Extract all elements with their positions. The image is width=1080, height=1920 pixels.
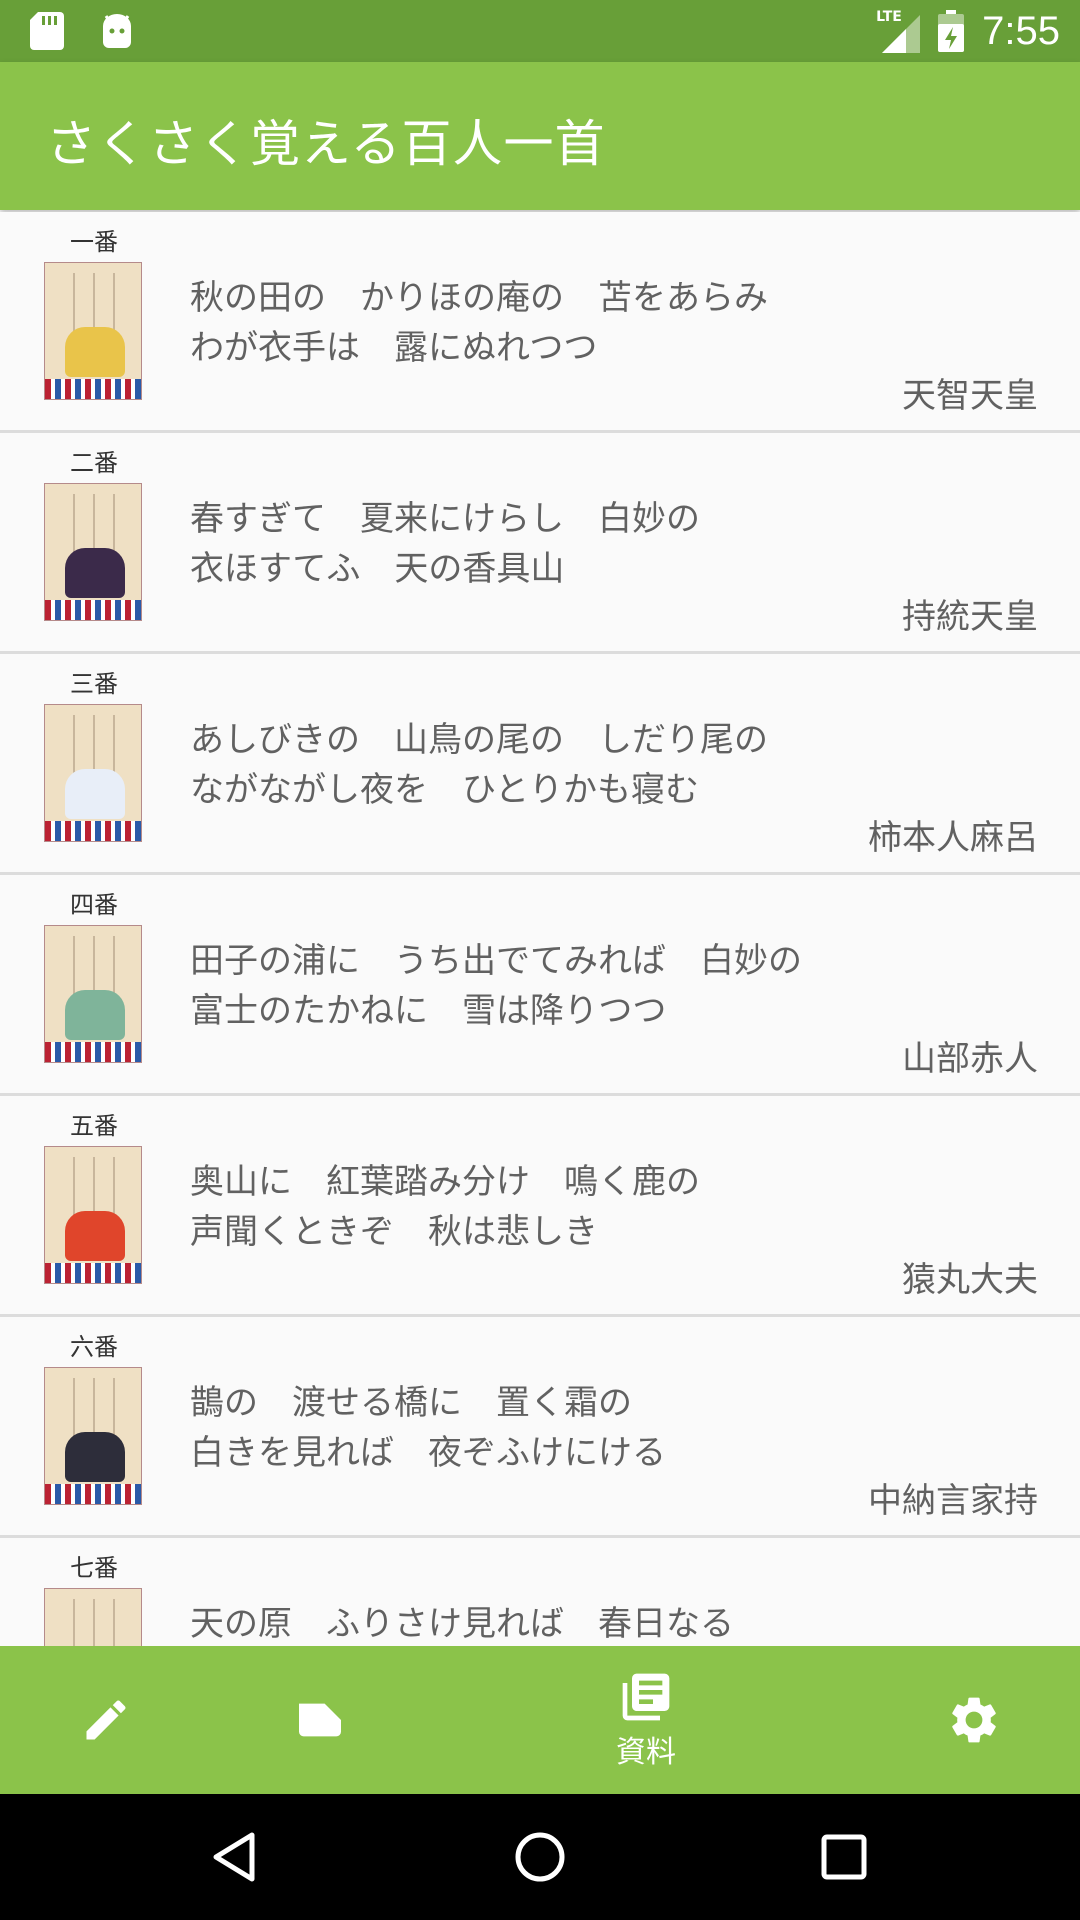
bottom-navigation: 資料	[0, 1646, 1080, 1794]
poet-figure	[65, 1432, 125, 1482]
poem-row[interactable]: 四番田子の浦に うち出でてみれば 白妙の 富士のたかねに 雪は降りつつ山部赤人	[0, 875, 1080, 1096]
poem-row[interactable]: 二番春すぎて 夏来にけらし 白妙の 衣ほすてふ 天の香具山持統天皇	[0, 433, 1080, 654]
nav-item-settings[interactable]	[924, 1646, 1024, 1794]
nav-item-library[interactable]: 資料	[586, 1646, 706, 1794]
app-bar: さくさく覚える百人一首	[0, 62, 1080, 210]
poem-number: 二番	[70, 449, 118, 477]
poem-number: 一番	[70, 228, 118, 256]
poem-card-image	[44, 1588, 142, 1646]
poet-figure	[65, 769, 125, 819]
android-icon	[103, 14, 131, 48]
poem-number: 六番	[70, 1333, 118, 1361]
poet-figure	[65, 1211, 125, 1261]
poem-upper-verse: 田子の浦に うち出でてみれば 白妙の	[190, 941, 802, 981]
poem-card-image	[44, 925, 142, 1063]
poet-figure	[65, 990, 125, 1040]
poem-lower-verse: 白きを見れば 夜ぞふけにける	[190, 1433, 666, 1473]
battery-icon	[938, 10, 965, 52]
poem-lower-verse: 富士のたかねに 雪は降りつつ	[190, 991, 667, 1031]
poem-row[interactable]: 六番鵲の 渡せる橋に 置く霜の 白きを見れば 夜ぞふけにける中納言家持	[0, 1317, 1080, 1538]
poem-author: 猿丸大夫	[902, 1260, 1038, 1300]
nav-item-library-label: 資料	[616, 1735, 676, 1770]
poet-figure	[65, 548, 125, 598]
poem-upper-verse: 奥山に 紅葉踏み分け 鳴く鹿の	[190, 1162, 700, 1202]
poem-row[interactable]: 五番奥山に 紅葉踏み分け 鳴く鹿の 声聞くときぞ 秋は悲しき猿丸大夫	[0, 1096, 1080, 1317]
poem-row[interactable]: 七番天の原 ふりさけ見れば 春日なる三笠の山に 出でし月かも安倍仲麿	[0, 1538, 1080, 1646]
poem-number: 五番	[70, 1112, 118, 1140]
poem-card-image	[44, 704, 142, 842]
poem-upper-verse: 鵲の 渡せる橋に 置く霜の	[190, 1383, 632, 1423]
poem-number: 七番	[70, 1554, 118, 1582]
poem-row[interactable]: 一番秋の田の かりほの庵の 苫をあらみ わが衣手は 露にぬれつつ天智天皇	[0, 212, 1080, 433]
home-icon[interactable]	[510, 1827, 570, 1887]
nav-item-edit[interactable]	[56, 1646, 156, 1794]
clock: 7:55	[982, 8, 1060, 53]
gear-icon	[952, 1697, 996, 1743]
nav-item-label[interactable]	[270, 1646, 370, 1794]
poem-card-image	[44, 262, 142, 400]
pencil-icon	[86, 1700, 126, 1740]
poem-upper-verse: あしびきの 山鳥の尾の しだり尾の	[190, 720, 768, 760]
poem-card-image	[44, 1367, 142, 1505]
label-icon	[299, 1703, 341, 1737]
poem-upper-verse: 秋の田の かりほの庵の 苫をあらみ	[190, 278, 768, 318]
back-icon[interactable]	[206, 1827, 266, 1887]
poem-upper-verse: 天の原 ふりさけ見れば 春日なる	[190, 1604, 734, 1644]
poet-figure	[65, 327, 125, 377]
poem-upper-verse: 春すぎて 夏来にけらし 白妙の	[190, 499, 700, 539]
poem-number: 三番	[70, 670, 118, 698]
poem-lower-verse: わが衣手は 露にぬれつつ	[190, 328, 598, 368]
poem-lower-verse: 衣ほすてふ 天の香具山	[190, 549, 565, 589]
poem-card-image	[44, 1146, 142, 1284]
poem-list[interactable]: 一番秋の田の かりほの庵の 苫をあらみ わが衣手は 露にぬれつつ天智天皇二番春すぎ…	[0, 212, 1080, 1646]
poem-number: 四番	[70, 891, 118, 919]
poem-author: 中納言家持	[868, 1481, 1038, 1521]
signal-icon: LTE	[876, 9, 921, 53]
system-navigation-bar	[0, 1794, 1080, 1920]
status-bar: LTE 7:55	[0, 0, 1080, 62]
sd-card-icon	[30, 12, 64, 50]
page-title: さくさく覚える百人一首	[46, 115, 606, 173]
poem-author: 山部赤人	[902, 1039, 1038, 1079]
poem-lower-verse: 声聞くときぞ 秋は悲しき	[190, 1212, 598, 1252]
poem-author: 天智天皇	[902, 376, 1038, 416]
poem-author: 柿本人麻呂	[868, 818, 1038, 858]
poem-lower-verse: ながながし夜を ひとりかも寝む	[190, 770, 699, 810]
library-books-icon	[622, 1673, 670, 1721]
poem-row[interactable]: 三番あしびきの 山鳥の尾の しだり尾の ながながし夜を ひとりかも寝む柿本人麻呂	[0, 654, 1080, 875]
poem-author: 持統天皇	[902, 597, 1038, 637]
overview-icon[interactable]	[814, 1827, 874, 1887]
poem-card-image	[44, 483, 142, 621]
